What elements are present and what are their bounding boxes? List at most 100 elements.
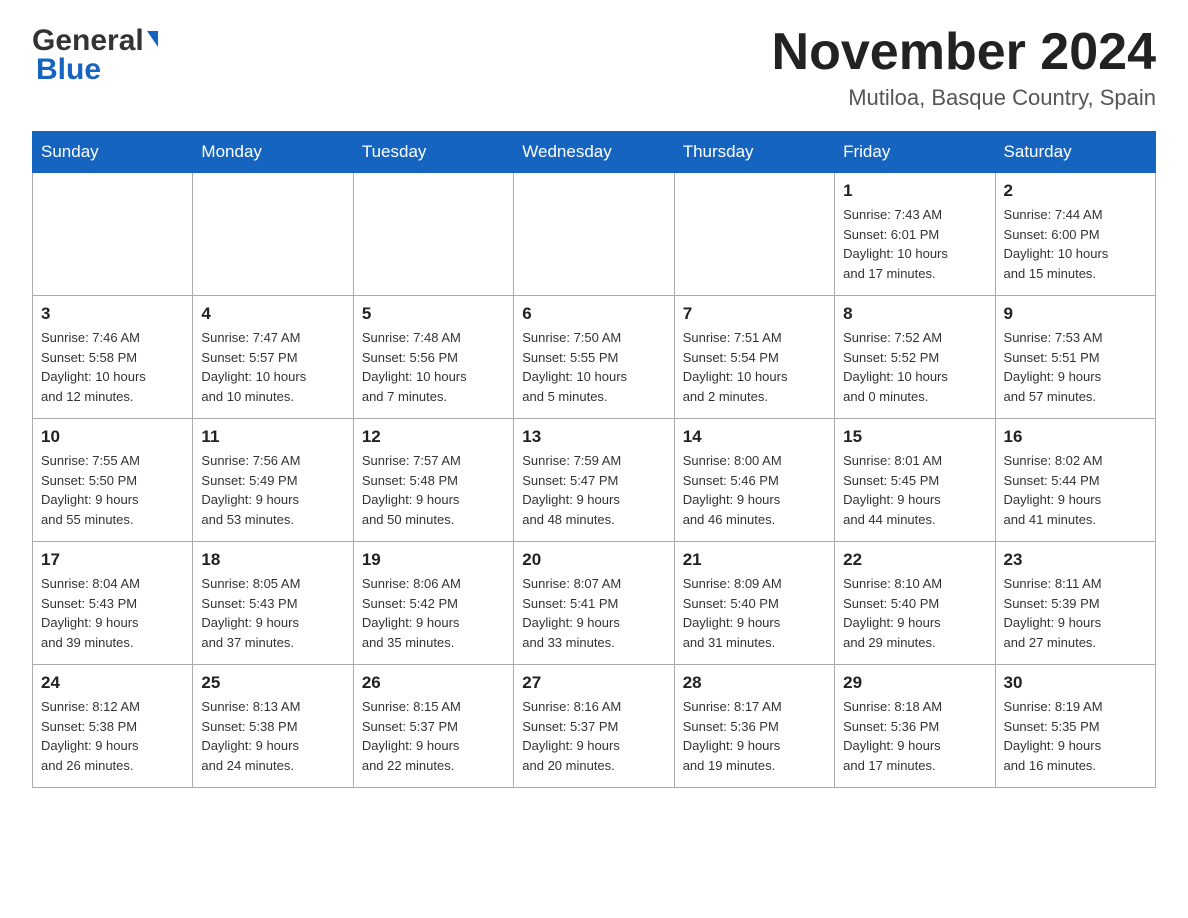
- day-number: 25: [201, 673, 344, 693]
- calendar-cell: 22 Sunrise: 8:10 AM Sunset: 5:40 PM Dayli…: [835, 542, 995, 665]
- day-number: 26: [362, 673, 505, 693]
- calendar-cell: 3Sunrise: 7:46 AM Sunset: 5:58 PM Daylig…: [33, 296, 193, 419]
- calendar-week-row: 10 Sunrise: 7:55 AM Sunset: 5:50 PM Dayli…: [33, 419, 1156, 542]
- day-info: Sunrise: 7:53 AM Sunset: 5:51 PM Dayligh…: [1004, 328, 1147, 406]
- calendar-cell: 27 Sunrise: 8:16 AM Sunset: 5:37 PM Dayli…: [514, 665, 674, 788]
- day-number: 21: [683, 550, 826, 570]
- calendar-week-row: 17 Sunrise: 8:04 AM Sunset: 5:43 PM Dayli…: [33, 542, 1156, 665]
- day-number: 5: [362, 304, 505, 324]
- calendar-cell: [33, 173, 193, 296]
- day-number: 22: [843, 550, 986, 570]
- calendar-cell: 13 Sunrise: 7:59 AM Sunset: 5:47 PM Dayli…: [514, 419, 674, 542]
- day-number: 16: [1004, 427, 1147, 447]
- day-number: 29: [843, 673, 986, 693]
- day-info: Sunrise: 8:16 AM Sunset: 5:37 PM Dayligh…: [522, 697, 665, 775]
- calendar-cell: 6 Sunrise: 7:50 AM Sunset: 5:55 PM Daylig…: [514, 296, 674, 419]
- calendar-cell: 30 Sunrise: 8:19 AM Sunset: 5:35 PM Dayli…: [995, 665, 1155, 788]
- calendar-cell: 29Sunrise: 8:18 AM Sunset: 5:36 PM Dayli…: [835, 665, 995, 788]
- day-info: Sunrise: 8:19 AM Sunset: 5:35 PM Dayligh…: [1004, 697, 1147, 775]
- title-block: November 2024 Mutiloa, Basque Country, S…: [772, 24, 1156, 111]
- day-info: Sunrise: 7:47 AM Sunset: 5:57 PM Dayligh…: [201, 328, 344, 406]
- calendar-table: SundayMondayTuesdayWednesdayThursdayFrid…: [32, 131, 1156, 788]
- calendar-week-row: 1 Sunrise: 7:43 AM Sunset: 6:01 PM Daylig…: [33, 173, 1156, 296]
- day-number: 14: [683, 427, 826, 447]
- day-info: Sunrise: 7:48 AM Sunset: 5:56 PM Dayligh…: [362, 328, 505, 406]
- calendar-cell: [674, 173, 834, 296]
- day-number: 23: [1004, 550, 1147, 570]
- day-number: 4: [201, 304, 344, 324]
- day-info: Sunrise: 8:11 AM Sunset: 5:39 PM Dayligh…: [1004, 574, 1147, 652]
- day-info: Sunrise: 8:04 AM Sunset: 5:43 PM Dayligh…: [41, 574, 184, 652]
- weekday-header-sunday: Sunday: [33, 132, 193, 173]
- day-number: 3: [41, 304, 184, 324]
- day-number: 11: [201, 427, 344, 447]
- day-number: 27: [522, 673, 665, 693]
- calendar-cell: 20Sunrise: 8:07 AM Sunset: 5:41 PM Dayli…: [514, 542, 674, 665]
- calendar-cell: 9 Sunrise: 7:53 AM Sunset: 5:51 PM Daylig…: [995, 296, 1155, 419]
- day-info: Sunrise: 7:59 AM Sunset: 5:47 PM Dayligh…: [522, 451, 665, 529]
- calendar-cell: 1 Sunrise: 7:43 AM Sunset: 6:01 PM Daylig…: [835, 173, 995, 296]
- day-number: 20: [522, 550, 665, 570]
- calendar-cell: 28Sunrise: 8:17 AM Sunset: 5:36 PM Dayli…: [674, 665, 834, 788]
- calendar-cell: 12Sunrise: 7:57 AM Sunset: 5:48 PM Dayli…: [353, 419, 513, 542]
- calendar-cell: 17 Sunrise: 8:04 AM Sunset: 5:43 PM Dayli…: [33, 542, 193, 665]
- calendar-cell: 7 Sunrise: 7:51 AM Sunset: 5:54 PM Daylig…: [674, 296, 834, 419]
- day-info: Sunrise: 7:55 AM Sunset: 5:50 PM Dayligh…: [41, 451, 184, 529]
- day-info: Sunrise: 8:02 AM Sunset: 5:44 PM Dayligh…: [1004, 451, 1147, 529]
- calendar-cell: [514, 173, 674, 296]
- day-number: 28: [683, 673, 826, 693]
- day-info: Sunrise: 7:50 AM Sunset: 5:55 PM Dayligh…: [522, 328, 665, 406]
- day-info: Sunrise: 8:12 AM Sunset: 5:38 PM Dayligh…: [41, 697, 184, 775]
- weekday-header-wednesday: Wednesday: [514, 132, 674, 173]
- day-number: 17: [41, 550, 184, 570]
- calendar-cell: 18 Sunrise: 8:05 AM Sunset: 5:43 PM Dayli…: [193, 542, 353, 665]
- day-info: Sunrise: 7:52 AM Sunset: 5:52 PM Dayligh…: [843, 328, 986, 406]
- day-info: Sunrise: 8:10 AM Sunset: 5:40 PM Dayligh…: [843, 574, 986, 652]
- day-number: 19: [362, 550, 505, 570]
- calendar-header: SundayMondayTuesdayWednesdayThursdayFrid…: [33, 132, 1156, 173]
- logo-arrow-icon: [147, 31, 158, 47]
- weekday-header-tuesday: Tuesday: [353, 132, 513, 173]
- calendar-cell: 10 Sunrise: 7:55 AM Sunset: 5:50 PM Dayli…: [33, 419, 193, 542]
- day-info: Sunrise: 8:00 AM Sunset: 5:46 PM Dayligh…: [683, 451, 826, 529]
- day-info: Sunrise: 8:05 AM Sunset: 5:43 PM Dayligh…: [201, 574, 344, 652]
- day-number: 6: [522, 304, 665, 324]
- day-number: 18: [201, 550, 344, 570]
- day-info: Sunrise: 7:44 AM Sunset: 6:00 PM Dayligh…: [1004, 205, 1147, 283]
- day-info: Sunrise: 8:09 AM Sunset: 5:40 PM Dayligh…: [683, 574, 826, 652]
- page-header: General Blue November 2024 Mutiloa, Basq…: [32, 24, 1156, 111]
- location-subtitle: Mutiloa, Basque Country, Spain: [772, 85, 1156, 111]
- day-number: 13: [522, 427, 665, 447]
- weekday-header-row: SundayMondayTuesdayWednesdayThursdayFrid…: [33, 132, 1156, 173]
- weekday-header-thursday: Thursday: [674, 132, 834, 173]
- day-number: 10: [41, 427, 184, 447]
- day-info: Sunrise: 7:56 AM Sunset: 5:49 PM Dayligh…: [201, 451, 344, 529]
- logo: General Blue: [32, 24, 158, 86]
- day-number: 8: [843, 304, 986, 324]
- day-number: 2: [1004, 181, 1147, 201]
- calendar-cell: [193, 173, 353, 296]
- day-info: Sunrise: 7:51 AM Sunset: 5:54 PM Dayligh…: [683, 328, 826, 406]
- day-info: Sunrise: 8:06 AM Sunset: 5:42 PM Dayligh…: [362, 574, 505, 652]
- day-info: Sunrise: 8:15 AM Sunset: 5:37 PM Dayligh…: [362, 697, 505, 775]
- calendar-cell: 16 Sunrise: 8:02 AM Sunset: 5:44 PM Dayli…: [995, 419, 1155, 542]
- day-number: 12: [362, 427, 505, 447]
- day-number: 1: [843, 181, 986, 201]
- calendar-cell: 5 Sunrise: 7:48 AM Sunset: 5:56 PM Daylig…: [353, 296, 513, 419]
- day-number: 30: [1004, 673, 1147, 693]
- day-number: 9: [1004, 304, 1147, 324]
- day-number: 15: [843, 427, 986, 447]
- calendar-cell: 8 Sunrise: 7:52 AM Sunset: 5:52 PM Daylig…: [835, 296, 995, 419]
- calendar-cell: 11 Sunrise: 7:56 AM Sunset: 5:49 PM Dayli…: [193, 419, 353, 542]
- month-title: November 2024: [772, 24, 1156, 81]
- calendar-cell: 14 Sunrise: 8:00 AM Sunset: 5:46 PM Dayli…: [674, 419, 834, 542]
- calendar-cell: 15Sunrise: 8:01 AM Sunset: 5:45 PM Dayli…: [835, 419, 995, 542]
- logo-blue-text: Blue: [36, 53, 158, 86]
- day-number: 7: [683, 304, 826, 324]
- day-info: Sunrise: 7:43 AM Sunset: 6:01 PM Dayligh…: [843, 205, 986, 283]
- calendar-cell: 19 Sunrise: 8:06 AM Sunset: 5:42 PM Dayli…: [353, 542, 513, 665]
- calendar-cell: 23 Sunrise: 8:11 AM Sunset: 5:39 PM Dayli…: [995, 542, 1155, 665]
- calendar-cell: 21 Sunrise: 8:09 AM Sunset: 5:40 PM Dayli…: [674, 542, 834, 665]
- day-info: Sunrise: 8:13 AM Sunset: 5:38 PM Dayligh…: [201, 697, 344, 775]
- day-number: 24: [41, 673, 184, 693]
